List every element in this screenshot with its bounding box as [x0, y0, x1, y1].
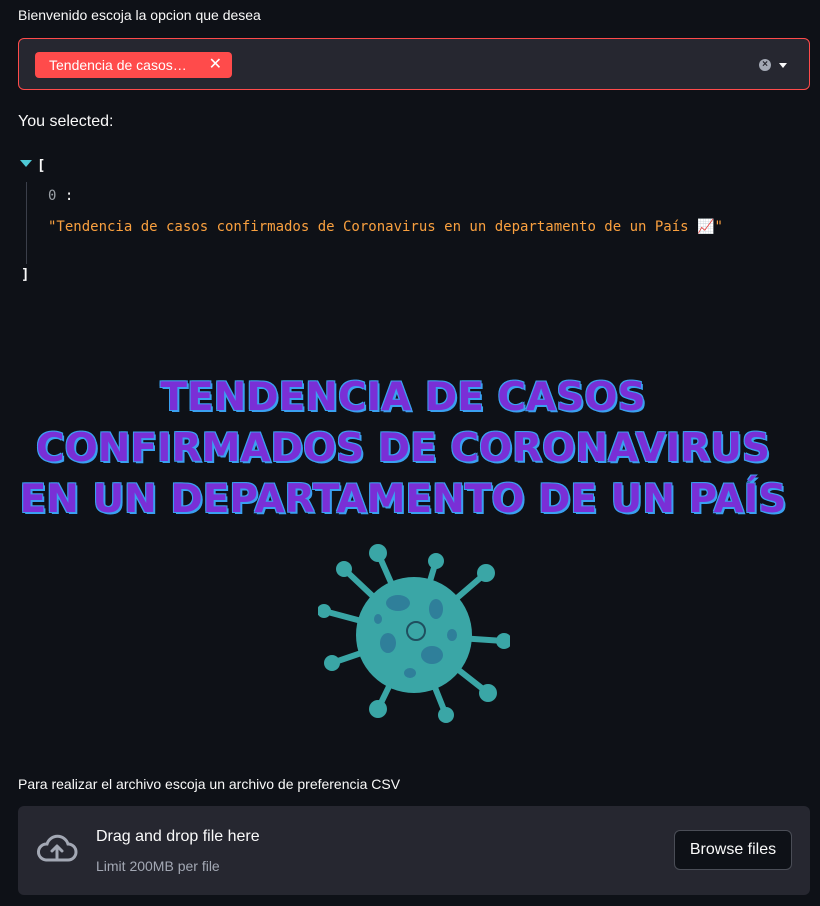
chevron-down-icon[interactable]: [779, 63, 787, 68]
you-selected-text: You selected:: [18, 113, 114, 130]
file-limit-text: Limit 200MB per file: [96, 858, 220, 874]
json-indent-guide: [26, 182, 27, 264]
json-open-bracket: [: [37, 158, 46, 174]
json-index-row: 0 :: [48, 188, 73, 204]
chip-label: Tendencia de casos…: [49, 57, 187, 73]
clear-icon[interactable]: ×: [759, 59, 771, 71]
json-colon: :: [64, 188, 74, 204]
file-dropzone[interactable]: Drag and drop file here Limit 200MB per …: [18, 806, 810, 895]
collapse-toggle-icon[interactable]: [20, 160, 32, 167]
app-page: Bienvenido escoja la opcion que desea Te…: [0, 0, 820, 906]
drag-drop-text: Drag and drop file here: [96, 828, 260, 845]
browse-files-button[interactable]: Browse files: [674, 830, 792, 870]
cloud-upload-icon: [37, 834, 78, 862]
json-close-bracket: ]: [21, 267, 30, 283]
banner-title: TENDENCIA DE CASOS CONFIRMADOS DE CORONA…: [0, 372, 806, 525]
banner-line-1: TENDENCIA DE CASOS: [160, 375, 646, 420]
select-label: Bienvenido escoja la opcion que desea: [18, 7, 261, 23]
json-string-value: "Tendencia de casos confirmados de Coron…: [48, 219, 723, 235]
banner-line-2: CONFIRMADOS DE CORONAVIRUS: [36, 426, 770, 471]
chip-remove-icon[interactable]: ✕: [209, 57, 222, 73]
option-multiselect[interactable]: Tendencia de casos… ✕ ×: [18, 38, 810, 90]
virus-image: [318, 544, 510, 723]
json-index: 0: [48, 188, 57, 204]
upload-label: Para realizar el archivo escoja un archi…: [18, 776, 401, 792]
selected-option-chip[interactable]: Tendencia de casos… ✕: [35, 52, 232, 78]
banner-line-3: EN UN DEPARTAMENTO DE UN PAÍS: [19, 477, 787, 522]
